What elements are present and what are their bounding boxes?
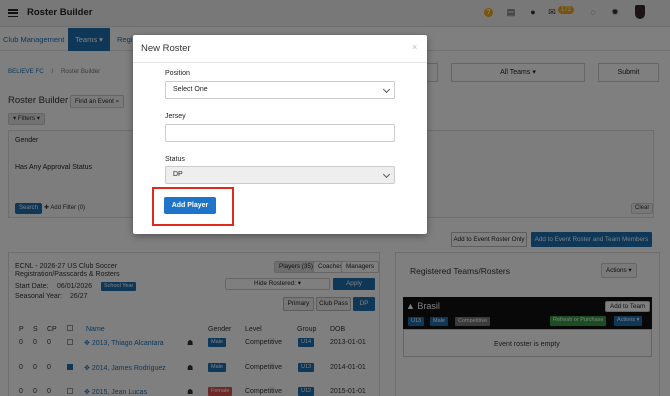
close-icon[interactable]: × bbox=[412, 42, 417, 52]
modal-title: New Roster bbox=[141, 43, 191, 54]
position-value: Select One bbox=[173, 86, 208, 93]
modal-divider bbox=[133, 62, 427, 63]
chevron-down-icon bbox=[382, 170, 391, 179]
position-select[interactable]: Select One bbox=[165, 81, 395, 99]
jersey-input[interactable] bbox=[165, 124, 395, 142]
jersey-label: Jersey bbox=[165, 113, 186, 120]
status-value: DP bbox=[173, 171, 183, 178]
status-select[interactable]: DP bbox=[165, 166, 395, 184]
status-label: Status bbox=[165, 156, 185, 163]
highlight-box bbox=[152, 187, 234, 226]
position-label: Position bbox=[165, 70, 190, 77]
chevron-down-icon bbox=[382, 85, 391, 94]
